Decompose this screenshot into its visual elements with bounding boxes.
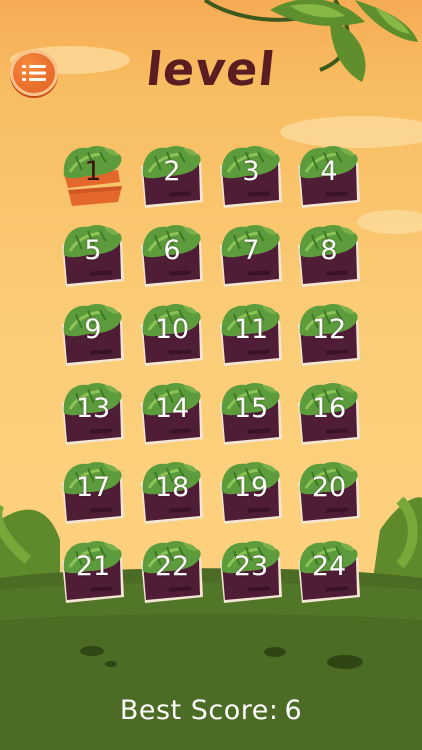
level-tile[interactable]: 22 [137,537,207,609]
level-number: 21 [75,551,111,582]
level-number: 8 [320,235,338,266]
level-tile[interactable]: 21 [58,537,128,609]
level-number: 19 [233,472,269,503]
level-tile[interactable]: 14 [137,379,207,451]
level-tile[interactable]: 6 [137,221,207,293]
level-number: 15 [233,393,269,424]
level-number: 24 [311,551,347,582]
best-score-label: Best Score: [119,695,279,726]
level-tile[interactable]: 10 [137,300,207,372]
level-number: 6 [163,235,181,266]
level-number: 20 [311,472,347,503]
level-tile[interactable]: 9 [58,300,128,372]
level-tile[interactable]: 20 [294,458,364,530]
level-number: 22 [154,551,190,582]
level-tile[interactable]: 15 [216,379,286,451]
level-number: 17 [75,472,111,503]
level-tile[interactable]: 1 [58,142,128,214]
level-number: 18 [154,472,190,503]
level-tile[interactable]: 16 [294,379,364,451]
level-tile[interactable]: 19 [216,458,286,530]
level-tile[interactable]: 18 [137,458,207,530]
level-grid: 1 2 3 4 5 6 7 8 9 10 11 12 13 14 15 16 17 18 19 20 21 22 23 24 [0,0,422,750]
level-tile[interactable]: 11 [216,300,286,372]
level-tile[interactable]: 24 [294,537,364,609]
level-tile[interactable]: 4 [294,142,364,214]
level-number: 2 [163,156,181,187]
level-number: 10 [154,314,190,345]
level-number: 5 [84,235,102,266]
level-tile[interactable]: 7 [216,221,286,293]
level-number: 7 [242,235,260,266]
level-number: 13 [75,393,111,424]
level-number: 4 [320,156,338,187]
level-number: 1 [84,156,102,187]
level-number: 16 [311,393,347,424]
level-tile[interactable]: 17 [58,458,128,530]
level-tile[interactable]: 2 [137,142,207,214]
level-number: 9 [84,314,102,345]
level-tile[interactable]: 3 [216,142,286,214]
level-number: 14 [154,393,190,424]
best-score-value: 6 [284,695,303,726]
level-number: 23 [233,551,269,582]
level-number: 11 [233,314,269,345]
level-number: 12 [311,314,347,345]
best-score: Best Score: 6 [0,695,422,726]
level-number: 3 [242,156,260,187]
level-tile[interactable]: 23 [216,537,286,609]
level-tile[interactable]: 13 [58,379,128,451]
level-tile[interactable]: 12 [294,300,364,372]
level-tile[interactable]: 5 [58,221,128,293]
level-tile[interactable]: 8 [294,221,364,293]
